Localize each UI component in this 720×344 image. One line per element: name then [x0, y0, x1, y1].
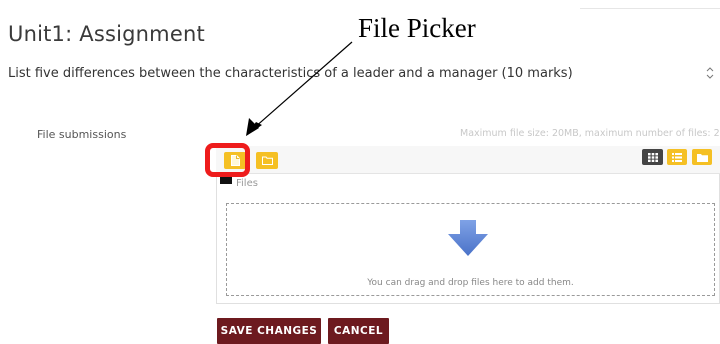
- list-view-icon: [672, 152, 682, 162]
- folder-path-icon: [220, 177, 232, 184]
- max-file-info: Maximum file size: 20MB, maximum number …: [460, 128, 720, 139]
- file-submissions-label: File submissions: [37, 128, 127, 141]
- assignment-question: List five differences between the charac…: [8, 66, 573, 81]
- tree-view-button[interactable]: [692, 149, 712, 165]
- page-title: Unit1: Assignment: [8, 22, 205, 46]
- annotation-highlight-box: [205, 143, 250, 177]
- list-view-button[interactable]: [667, 149, 687, 165]
- create-folder-button[interactable]: [256, 152, 278, 169]
- save-changes-button[interactable]: SAVE CHANGES: [217, 318, 321, 344]
- drop-instructions: You can drag and drop files here to add …: [367, 278, 574, 288]
- tree-view-icon: [696, 153, 708, 162]
- annotation-label: File Picker: [358, 13, 476, 43]
- scroll-stepper-icon[interactable]: [706, 66, 714, 80]
- top-divider: [580, 8, 720, 9]
- arrow-down-icon: [448, 220, 488, 256]
- grid-view-icon: [647, 152, 658, 162]
- grid-view-button[interactable]: [642, 149, 663, 165]
- path-breadcrumb[interactable]: Files: [236, 178, 258, 189]
- folder-icon: [261, 156, 273, 165]
- cancel-button[interactable]: CANCEL: [328, 318, 389, 344]
